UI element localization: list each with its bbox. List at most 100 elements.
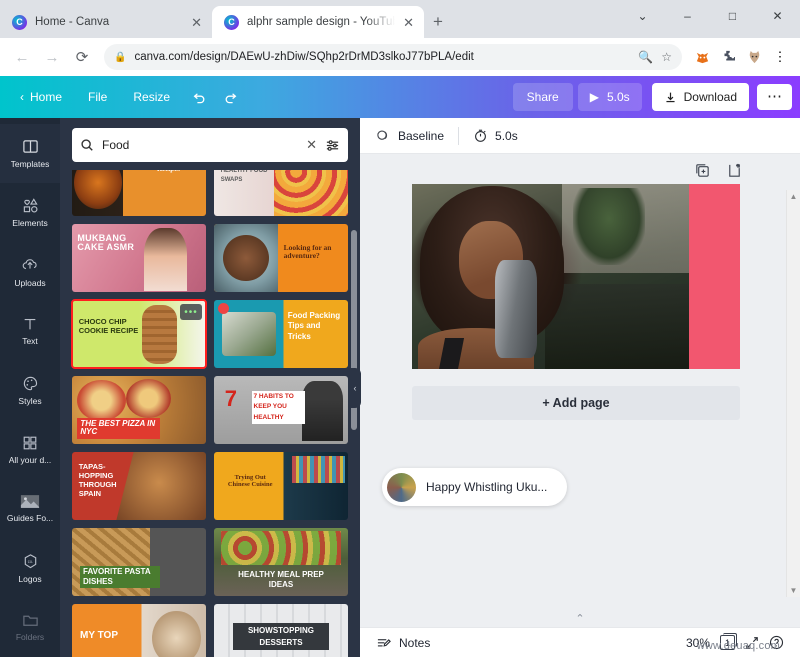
home-button[interactable]: ‹ Home <box>8 84 74 110</box>
browser-titlebar: C Home - Canva ✕ C alphr sample design -… <box>0 0 800 38</box>
template-menu-button[interactable]: ••• <box>180 304 202 320</box>
styles-icon <box>22 375 39 392</box>
cat-avatar-icon[interactable] <box>742 45 766 69</box>
download-button[interactable]: Download <box>651 83 749 111</box>
template-card[interactable]: Trying Out Chinese Cuisine <box>214 452 348 520</box>
sidebar-item-label: All your d... <box>8 454 52 465</box>
play-button[interactable]: ▶ 5.0s <box>577 83 642 111</box>
redo-icon[interactable] <box>216 83 246 111</box>
maximize-icon[interactable]: □ <box>710 0 755 32</box>
design-page[interactable] <box>412 184 740 369</box>
app-body: Templates Elements Uploads Text Styles A… <box>0 118 800 657</box>
minimize-icon[interactable]: – <box>665 0 710 32</box>
undo-icon[interactable] <box>184 83 214 111</box>
filter-icon[interactable] <box>325 138 340 153</box>
close-icon[interactable]: ✕ <box>306 137 317 153</box>
canva-toolbar: ‹ Home File Resize Share ▶ 5.0s Download <box>0 76 800 118</box>
image-icon <box>20 494 40 509</box>
template-card[interactable]: 5 Easy Thanksgiving Recipes <box>72 170 206 216</box>
uploads-icon <box>21 256 39 274</box>
new-tab-button[interactable]: + <box>424 8 452 36</box>
sidebar-item-logos[interactable]: co. Logos <box>0 539 60 598</box>
audio-thumbnail <box>387 472 416 502</box>
templates-scroll-area[interactable]: 5 Easy Thanksgiving Recipes MY TOP 10 HE… <box>60 170 360 657</box>
close-icon[interactable]: ✕ <box>755 0 800 32</box>
template-card[interactable]: FAVORITE PASTA DISHES <box>72 528 206 596</box>
baseline-button[interactable]: Baseline <box>376 128 444 143</box>
url-text: canva.com/design/DAEwU-zhDiw/SQhp2rDrMD3… <box>134 51 474 63</box>
folder-icon <box>22 613 39 628</box>
template-card[interactable]: 7 7 HABITS TO KEEP YOU HEALTHY <box>214 376 348 444</box>
browser-tab-design[interactable]: C alphr sample design - YouTube T ✕ <box>212 6 424 38</box>
page-indicator[interactable]: 1 <box>720 633 737 650</box>
scroll-down-icon[interactable]: ▼ <box>790 586 798 595</box>
share-button[interactable]: Share <box>512 83 573 111</box>
canvas-scrollbar[interactable]: ▲ ▼ <box>786 190 800 597</box>
audio-track-label: Happy Whistling Uku... <box>426 480 548 494</box>
add-page-icon[interactable] <box>726 162 744 180</box>
duration-button[interactable]: 5.0s <box>473 128 518 143</box>
duplicate-page-icon[interactable] <box>694 162 712 180</box>
forward-icon[interactable]: → <box>38 43 66 71</box>
add-page-button[interactable]: + Add page <box>412 386 740 420</box>
template-card[interactable]: MY TOP 10 HEALTHY FOOD SWAPS <box>214 170 348 216</box>
template-card[interactable]: SHOWSTOPPING DESSERTS <box>214 604 348 657</box>
close-icon[interactable]: ✕ <box>191 16 202 29</box>
sidebar-item-all-your-designs[interactable]: All your d... <box>0 420 60 479</box>
photo-counter <box>545 283 690 369</box>
template-card[interactable]: TAPAS-HOPPING THROUGH SPAIN <box>72 452 206 520</box>
lock-icon: 🔒 <box>114 51 127 63</box>
canvas-area[interactable]: + Add page Happy Whistling Uku... ⌃ ▲ ▼ <box>360 154 800 627</box>
notes-label: Notes <box>399 635 431 650</box>
template-title: TAPAS-HOPPING THROUGH SPAIN <box>78 461 117 498</box>
sidebar-item-templates[interactable]: Templates <box>0 124 60 184</box>
template-card-selected[interactable]: ••• CHOCO CHIP COOKIE RECIPE <box>71 299 207 369</box>
more-options-button[interactable]: ⋯ <box>757 84 792 110</box>
help-icon[interactable] <box>769 635 784 650</box>
template-card[interactable]: MY TOP <box>72 604 206 657</box>
zoom-level[interactable]: 30% <box>686 636 710 650</box>
audio-track-pill[interactable]: Happy Whistling Uku... <box>382 468 568 506</box>
collapse-panel-button[interactable]: ‹ <box>349 368 361 408</box>
scroll-up-icon[interactable]: ▲ <box>790 192 798 201</box>
sidebar-item-folders[interactable]: Folders <box>0 598 60 657</box>
templates-grid: 5 Easy Thanksgiving Recipes MY TOP 10 HE… <box>71 170 348 657</box>
template-card[interactable]: HEALTHY MEAL PREP IDEAS <box>214 528 348 596</box>
expand-icon[interactable] <box>745 636 759 650</box>
file-menu-button[interactable]: File <box>76 84 119 110</box>
zoom-out-icon[interactable]: 🔍 <box>638 50 653 64</box>
page-photo <box>412 184 690 369</box>
resize-button[interactable]: Resize <box>121 84 182 110</box>
elements-icon <box>22 197 39 214</box>
tab-title: Home - Canva <box>35 16 110 28</box>
back-icon[interactable]: ← <box>8 43 36 71</box>
template-card[interactable]: THE BEST PIZZA IN NYC <box>72 376 206 444</box>
address-bar[interactable]: 🔒 canva.com/design/DAEwU-zhDiw/SQhp2rDrM… <box>104 44 682 70</box>
close-icon[interactable]: ✕ <box>403 16 414 29</box>
template-card[interactable]: MUKBANG CAKE ASMR <box>72 224 206 292</box>
chevron-up-icon[interactable]: ⌃ <box>575 612 584 625</box>
sidebar-item-guides-folder[interactable]: Guides Fo... <box>0 479 60 538</box>
browser-menu-icon[interactable]: ⋮ <box>768 45 792 69</box>
play-icon: ▶ <box>589 90 599 104</box>
search-box[interactable]: ✕ <box>72 128 348 162</box>
reload-icon[interactable]: ⟳ <box>68 43 96 71</box>
sidebar-item-elements[interactable]: Elements <box>0 183 60 242</box>
star-icon[interactable]: ☆ <box>661 50 672 64</box>
notes-button[interactable]: Notes <box>376 636 430 650</box>
chevron-down-icon[interactable]: ⌄ <box>620 0 665 32</box>
sidebar-item-text[interactable]: Text <box>0 302 60 361</box>
template-card[interactable]: Looking for an adventure? <box>214 224 348 292</box>
template-card[interactable]: Food Packing Tips and Tricks <box>214 300 348 368</box>
browser-tab-home[interactable]: C Home - Canva ✕ <box>0 6 212 38</box>
puzzle-extension-icon[interactable] <box>716 45 740 69</box>
svg-text:co.: co. <box>27 559 33 564</box>
sidebar-item-label: Templates <box>10 159 50 170</box>
duration-label: 5.0s <box>495 128 518 143</box>
fox-extension-icon[interactable] <box>690 45 714 69</box>
template-title: CHOCO CHIP COOKIE RECIPE <box>78 317 139 336</box>
search-input[interactable] <box>102 138 299 152</box>
sidebar-item-styles[interactable]: Styles <box>0 361 60 420</box>
sidebar-item-uploads[interactable]: Uploads <box>0 242 60 301</box>
template-title: THE BEST PIZZA IN NYC <box>77 417 161 439</box>
